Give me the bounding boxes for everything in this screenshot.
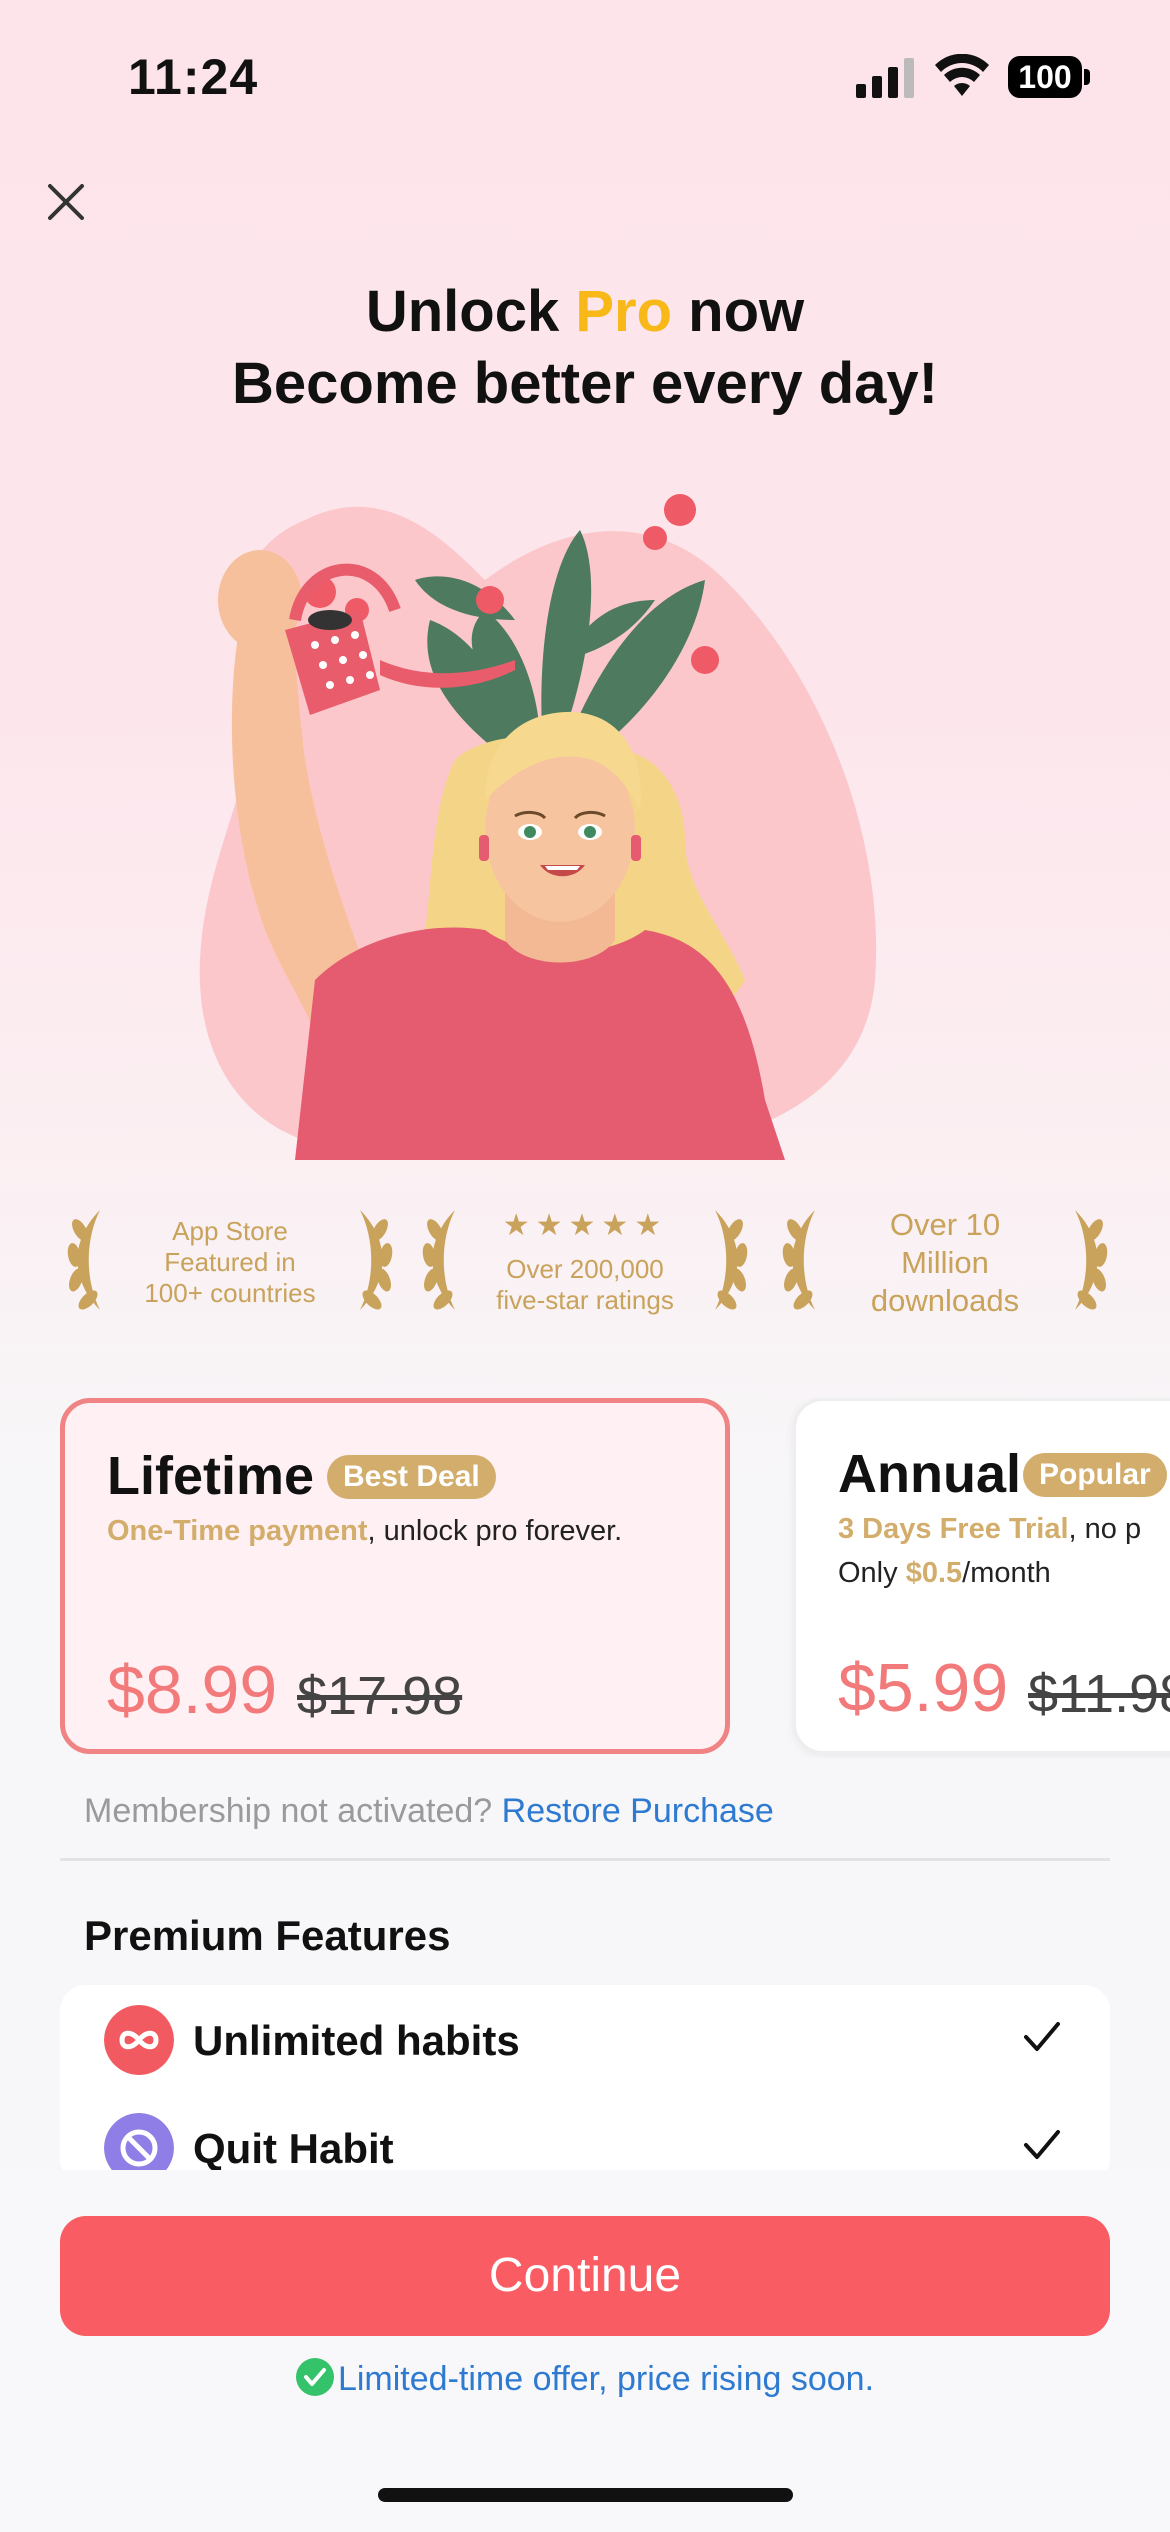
plan-tag: Best Deal: [327, 1455, 496, 1499]
page-title: Unlock Pro now Become better every day!: [0, 276, 1170, 420]
plan-tag: Popular: [1023, 1453, 1167, 1497]
badge-downloads: Over 10 Million downloads: [775, 1200, 1115, 1320]
feature-label: Unlimited habits: [193, 2017, 520, 2064]
title-line-2: Become better every day!: [232, 351, 938, 416]
badge-app-store: App Store Featured in 100+ countries: [60, 1200, 400, 1320]
pro-highlight: Pro: [575, 279, 673, 344]
cellular-signal-icon: [856, 58, 914, 98]
feature-item: Unlimited habits: [60, 1985, 1110, 2093]
wifi-icon: [935, 54, 989, 96]
status-bar: 11:24 100: [0, 0, 1170, 150]
plan-monthly-price: Only $0.5/month: [838, 1557, 1051, 1589]
hero-illustration: [199, 494, 877, 1160]
plan-name: Lifetime: [107, 1446, 315, 1506]
plan-old-price: $11.98: [1028, 1664, 1170, 1724]
close-icon[interactable]: [44, 180, 88, 224]
feature-label: Quit Habit: [193, 2125, 394, 2172]
plan-description: 3 Days Free Trial, no p: [838, 1513, 1142, 1545]
status-time: 11:24: [128, 49, 259, 105]
divider: [60, 1858, 1110, 1861]
features-list: Unlimited habits Quit Habit: [60, 1985, 1110, 2185]
home-indicator[interactable]: [378, 2488, 793, 2502]
restore-prompt: Membership not activated?: [84, 1792, 493, 1830]
offer-text: Limited-time offer, price rising soon.: [337, 2360, 875, 2398]
features-title: Premium Features: [84, 1912, 451, 1959]
continue-button[interactable]: Continue: [60, 2216, 1110, 2336]
offer-note: Limited-time offer, price rising soon.: [0, 2358, 1170, 2399]
plan-card-lifetime[interactable]: Lifetime Best Deal One-Time payment, unl…: [60, 1398, 730, 1754]
checkmark-icon: [1024, 2022, 1060, 2051]
plan-carousel[interactable]: Lifetime Best Deal One-Time payment, unl…: [0, 1398, 1170, 1758]
trust-badges: App Store Featured in 100+ countries ★★★…: [0, 1200, 1170, 1320]
badge-ratings: ★★★★★ Over 200,000 five-star ratings: [415, 1200, 755, 1320]
plan-card-annual[interactable]: Annual Popular 3 Days Free Trial, no p O…: [793, 1398, 1170, 1754]
restore-row: Membership not activated? Restore Purcha…: [84, 1792, 774, 1831]
restore-purchase-link[interactable]: Restore Purchase: [502, 1792, 774, 1830]
plan-name: Annual: [838, 1444, 1021, 1504]
check-circle-icon: [295, 2358, 334, 2396]
plan-old-price: $17.98: [297, 1666, 463, 1726]
title-line-1: Unlock Pro now: [365, 279, 805, 344]
battery-level: 100: [1008, 56, 1082, 98]
infinity-icon: [104, 2005, 174, 2075]
plan-price: $5.99: [838, 1650, 1009, 1726]
battery-icon: 100: [1008, 56, 1090, 98]
plan-description: One-Time payment, unlock pro forever.: [107, 1515, 623, 1547]
checkmark-icon: [1024, 2130, 1060, 2159]
five-star-icon: ★★★★★: [502, 1209, 668, 1242]
plan-price: $8.99: [107, 1652, 278, 1728]
